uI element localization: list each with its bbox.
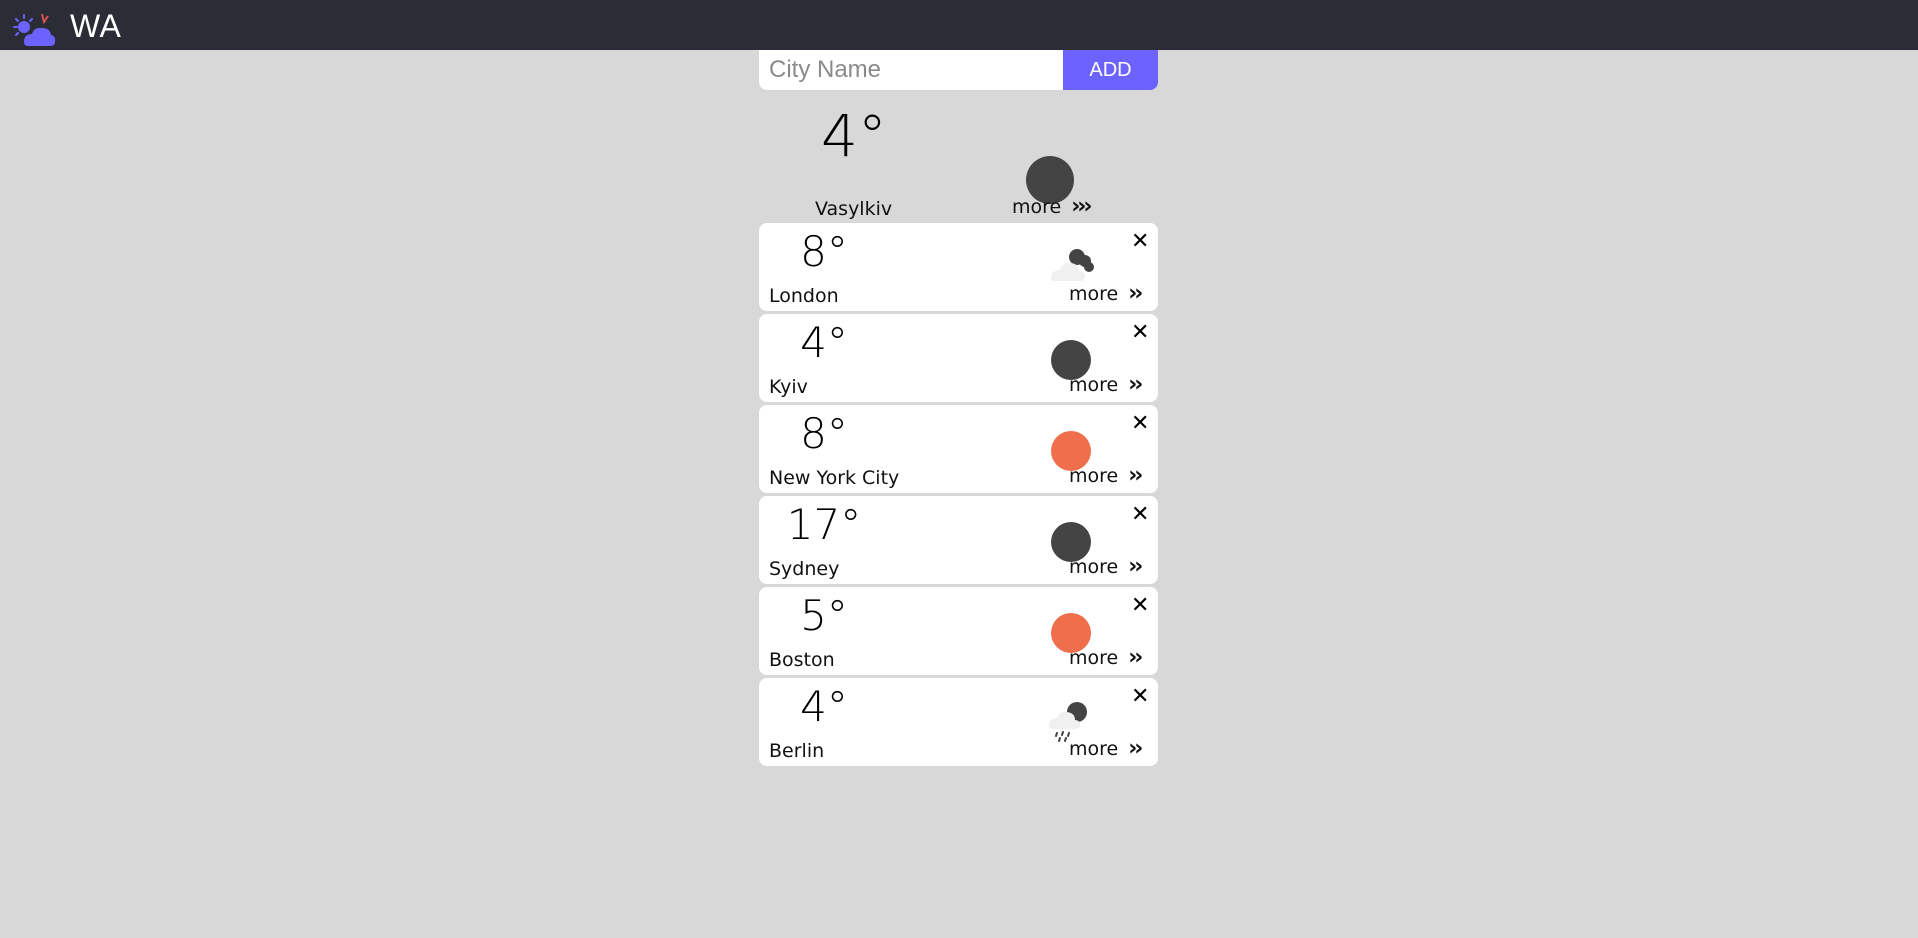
more-label: more: [1069, 374, 1119, 396]
card-more-link[interactable]: more ››: [1069, 281, 1143, 306]
card-more-link[interactable]: more ››: [1069, 463, 1143, 488]
city-name-input[interactable]: [759, 50, 1063, 90]
add-button[interactable]: ADD: [1063, 50, 1158, 90]
more-label: more: [1069, 556, 1119, 578]
more-label: more: [1069, 738, 1119, 760]
card-city-name: Sydney: [769, 558, 840, 580]
more-label: more: [1069, 465, 1119, 487]
current-more-link[interactable]: more ›››: [1012, 194, 1092, 219]
city-card-london[interactable]: 8° ✕ London more ››: [759, 223, 1158, 311]
card-temperature: 8°: [800, 227, 848, 276]
card-more-link[interactable]: more ››: [1069, 736, 1143, 761]
double-chevron-right-icon: ››: [1128, 554, 1143, 579]
close-icon[interactable]: ✕: [1131, 413, 1149, 435]
card-city-name: London: [769, 285, 839, 307]
city-card-list: 8° ✕ London more ›› 4° ✕ Kyiv more ›› 8°…: [759, 223, 1158, 769]
city-card-boston[interactable]: 5° ✕ Boston more ››: [759, 587, 1158, 675]
close-icon[interactable]: ✕: [1131, 322, 1149, 344]
search-bar: ADD: [759, 50, 1158, 90]
card-temperature: 8°: [800, 409, 848, 458]
card-city-name: Kyiv: [769, 376, 808, 398]
card-temperature: 4°: [800, 682, 848, 731]
card-temperature: 4°: [800, 318, 848, 367]
close-icon[interactable]: ✕: [1131, 504, 1149, 526]
top-bar: WA: [0, 0, 1918, 50]
card-city-name: New York City: [769, 467, 900, 489]
double-chevron-right-icon: ››: [1128, 463, 1143, 488]
city-card-berlin[interactable]: 4° ✕ Berlin more ››: [759, 678, 1158, 766]
card-temperature: 17°: [786, 500, 862, 549]
app-title: WA: [70, 8, 122, 44]
city-card-kyiv[interactable]: 4° ✕ Kyiv more ››: [759, 314, 1158, 402]
more-label: more: [1069, 283, 1119, 305]
city-card-new-york-city[interactable]: 8° ✕ New York City more ››: [759, 405, 1158, 493]
current-city-name: Vasylkiv: [815, 198, 893, 220]
sun-cloud-logo-icon[interactable]: [12, 10, 56, 48]
card-more-link[interactable]: more ››: [1069, 645, 1143, 670]
double-chevron-right-icon: ››: [1128, 281, 1143, 306]
card-city-name: Boston: [769, 649, 835, 671]
double-chevron-right-icon: ››: [1128, 372, 1143, 397]
card-city-name: Berlin: [769, 740, 825, 762]
double-chevron-right-icon: ›››: [1071, 194, 1092, 219]
city-card-sydney[interactable]: 17° ✕ Sydney more ››: [759, 496, 1158, 584]
double-chevron-right-icon: ››: [1128, 645, 1143, 670]
card-temperature: 5°: [800, 591, 848, 640]
current-temperature: 4°: [821, 102, 887, 170]
close-icon[interactable]: ✕: [1131, 595, 1149, 617]
main-column: ADD 4° Vasylkiv more ››› 8° ✕ London mor…: [759, 50, 1158, 766]
close-icon[interactable]: ✕: [1131, 231, 1149, 253]
close-icon[interactable]: ✕: [1131, 686, 1149, 708]
card-more-link[interactable]: more ››: [1069, 554, 1143, 579]
more-label: more: [1012, 196, 1062, 218]
double-chevron-right-icon: ››: [1128, 736, 1143, 761]
card-more-link[interactable]: more ››: [1069, 372, 1143, 397]
more-label: more: [1069, 647, 1119, 669]
